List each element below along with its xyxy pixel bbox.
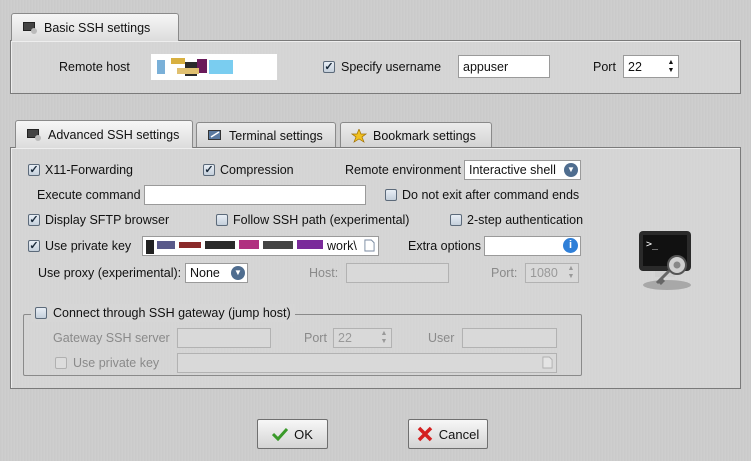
two-step-auth-checkbox[interactable] <box>450 214 462 226</box>
gateway-private-key-label: Use private key <box>73 356 160 370</box>
x11-forwarding-checkbox[interactable]: ✓ <box>28 164 40 176</box>
file-browse-icon[interactable] <box>542 356 553 369</box>
ssh-gateway-checkbox[interactable] <box>35 307 47 319</box>
two-step-auth-label: 2-step authentication <box>467 213 584 227</box>
basic-settings-panel: Remote host ✓ Specify username appuser P… <box>10 40 741 94</box>
extra-options-label: Extra options <box>408 239 481 253</box>
proxy-select[interactable]: None ▼ <box>185 263 248 283</box>
do-not-exit-checkbox[interactable] <box>385 189 397 201</box>
ssh-gateway-title: Connect through SSH gateway (jump host) <box>53 306 291 320</box>
tab-label: Advanced SSH settings <box>48 127 180 142</box>
spinner-arrows-icon[interactable]: ▲ ▼ <box>665 59 677 75</box>
gateway-port-spinner[interactable]: 22 ▲ ▼ <box>333 328 392 348</box>
remote-environment-value: Interactive shell <box>469 163 556 177</box>
x11-forwarding-label: X11-Forwarding <box>45 163 134 177</box>
proxy-value: None <box>190 266 220 280</box>
use-proxy-label: Use proxy (experimental): <box>38 266 182 280</box>
compression-checkbox[interactable]: ✓ <box>203 164 215 176</box>
gateway-user-input[interactable] <box>462 328 557 348</box>
info-icon[interactable]: i <box>563 238 578 253</box>
spinner-arrows-icon[interactable]: ▲ ▼ <box>378 330 390 346</box>
close-icon <box>417 426 433 442</box>
private-key-path-input[interactable]: work\ <box>142 236 379 256</box>
tab-label: Bookmark settings <box>373 128 476 143</box>
checkmark-icon <box>272 427 289 441</box>
ok-label: OK <box>294 426 313 442</box>
display-sftp-label: Display SFTP browser <box>45 213 170 227</box>
terminal-icon <box>23 21 37 34</box>
gateway-port-value: 22 <box>338 331 352 345</box>
follow-ssh-path-checkbox[interactable] <box>216 214 228 226</box>
tab-label: Basic SSH settings <box>44 20 151 35</box>
ssh-gateway-header: Connect through SSH gateway (jump host) <box>31 304 295 322</box>
username-input[interactable]: appuser <box>458 55 550 78</box>
proxy-host-input[interactable] <box>346 263 449 283</box>
ssh-terminal-key-icon: >_ <box>639 231 691 290</box>
chevron-down-icon[interactable]: ▼ <box>564 163 578 177</box>
private-key-path-suffix: work\ <box>327 239 357 253</box>
compression-label: Compression <box>220 163 294 177</box>
star-icon <box>351 128 367 143</box>
tab-label: Terminal settings <box>229 128 323 143</box>
port-spinner[interactable]: 22 ▲ ▼ <box>623 55 679 78</box>
tab-bookmark-settings[interactable]: Bookmark settings <box>340 122 492 148</box>
proxy-port-spinner[interactable]: 1080 ▲ ▼ <box>525 263 579 283</box>
advanced-settings-panel: ✓ X11-Forwarding ✓ Compression Remote en… <box>10 147 741 389</box>
execute-command-input[interactable] <box>144 185 366 205</box>
tab-basic-ssh-settings[interactable]: Basic SSH settings <box>11 13 179 41</box>
spinner-arrows-icon[interactable]: ▲ ▼ <box>565 265 577 281</box>
proxy-port-label: Port: <box>491 266 518 280</box>
gateway-private-key-checkbox[interactable] <box>55 357 67 369</box>
remote-host-field[interactable] <box>151 54 277 80</box>
tab-advanced-ssh-settings[interactable]: Advanced SSH settings <box>15 120 193 148</box>
tab-terminal-settings[interactable]: Terminal settings <box>196 122 336 148</box>
do-not-exit-label: Do not exit after command ends <box>402 188 580 202</box>
chevron-down-icon[interactable]: ▼ <box>231 266 245 280</box>
display-sftp-checkbox[interactable]: ✓ <box>28 214 40 226</box>
gateway-server-label: Gateway SSH server <box>53 331 170 345</box>
remote-environment-select[interactable]: Interactive shell ▼ <box>464 160 581 180</box>
specify-username-checkbox[interactable]: ✓ <box>323 61 335 73</box>
extra-options-input[interactable]: i <box>484 236 581 256</box>
terminal-icon <box>27 128 41 141</box>
remote-environment-label: Remote environment <box>345 163 462 177</box>
gateway-server-input[interactable] <box>177 328 271 348</box>
remote-host-label: Remote host <box>59 60 130 74</box>
gateway-private-key-input[interactable] <box>177 353 557 373</box>
use-private-key-checkbox[interactable]: ✓ <box>28 240 40 252</box>
ok-button[interactable]: OK <box>257 419 328 449</box>
file-browse-icon[interactable] <box>364 239 375 252</box>
port-value: 22 <box>628 60 642 74</box>
svg-text:>_: >_ <box>646 239 659 250</box>
terminal-screen-icon <box>208 129 221 140</box>
execute-command-label: Execute command <box>37 188 141 202</box>
gateway-user-label: User <box>428 331 455 345</box>
cancel-label: Cancel <box>438 426 480 442</box>
cancel-button[interactable]: Cancel <box>408 419 488 449</box>
proxy-port-value: 1080 <box>530 266 558 280</box>
gateway-port-label: Port <box>304 331 327 345</box>
use-private-key-label: Use private key <box>45 239 132 253</box>
follow-ssh-path-label: Follow SSH path (experimental) <box>233 213 410 227</box>
proxy-host-label: Host: <box>309 266 339 280</box>
port-label: Port <box>593 60 616 74</box>
specify-username-label: Specify username <box>341 60 442 74</box>
